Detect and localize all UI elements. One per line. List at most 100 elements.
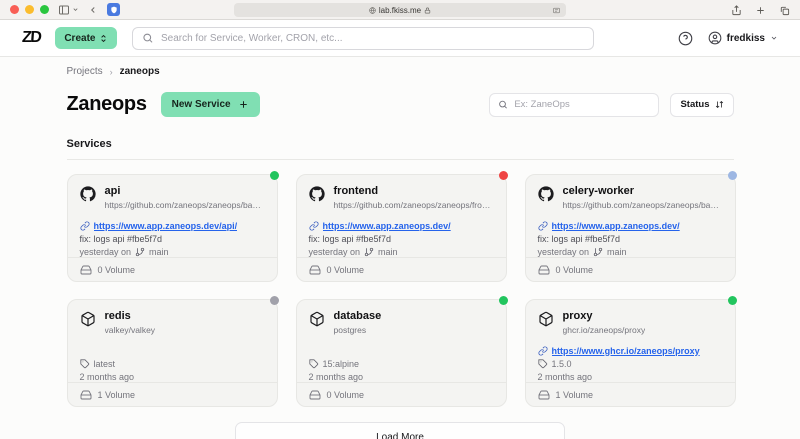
- service-deployed-row: yesterday on main: [309, 246, 494, 257]
- service-commit-text: fix: logs api #fbe5f7d: [79, 233, 163, 244]
- section-divider: [66, 159, 734, 160]
- service-deployed-row: yesterday on main: [80, 246, 265, 257]
- chevrons-up-down-icon: [101, 34, 107, 42]
- share-icon[interactable]: [731, 4, 742, 16]
- service-card[interactable]: proxy ghcr.io/zaneops/proxy https://www.…: [524, 296, 737, 407]
- breadcrumb-projects[interactable]: Projects: [67, 66, 103, 77]
- service-name: redis: [104, 310, 131, 322]
- tag-icon: [537, 358, 548, 369]
- git-branch-icon: [135, 247, 145, 257]
- page-title: Zaneops: [66, 93, 147, 115]
- status-filter-label: Status: [680, 99, 710, 110]
- zoom-window-button[interactable]: [40, 5, 49, 14]
- close-window-button[interactable]: [10, 5, 19, 14]
- service-url-row: https://www.app.zaneops.dev/: [538, 220, 723, 231]
- service-commit-row: fix: logs api #fbe5f7d: [538, 233, 723, 244]
- service-updated-row: 2 months ago: [80, 371, 265, 382]
- link-icon: [80, 221, 90, 231]
- service-deployed-text: yesterday on: [537, 246, 590, 257]
- service-commit-text: fix: logs api #fbe5f7d: [308, 233, 392, 244]
- service-card[interactable]: database postgres 15:alpine 2 months ago…: [295, 296, 508, 407]
- service-url-row: https://www.app.zaneops.dev/api/: [80, 220, 265, 231]
- git-branch-icon: [593, 247, 603, 257]
- service-card[interactable]: celery-worker https://github.com/zaneops…: [524, 171, 737, 282]
- service-card[interactable]: api https://github.com/zaneops/zaneops/b…: [66, 171, 279, 282]
- global-search[interactable]: [132, 26, 595, 50]
- service-volumes: 0 Volume: [555, 264, 594, 275]
- service-deployed-text: yesterday on: [308, 246, 361, 257]
- sidebar-toggle-icon[interactable]: [58, 4, 79, 16]
- service-name: api: [104, 185, 121, 197]
- service-commit-row: fix: logs api #fbe5f7d: [309, 233, 494, 244]
- service-url-row: https://www.ghcr.io/zaneops/proxy: [538, 345, 723, 356]
- search-icon: [143, 33, 153, 43]
- service-deployed-row: yesterday on main: [538, 246, 723, 257]
- service-url-link[interactable]: https://www.ghcr.io/zaneops/proxy: [552, 346, 700, 356]
- global-search-input[interactable]: [160, 32, 585, 44]
- load-more-button[interactable]: Load More: [235, 422, 565, 439]
- service-status-dot: [269, 171, 279, 180]
- service-updated-text: 2 months ago: [308, 371, 364, 382]
- package-icon: [538, 311, 554, 335]
- service-name: celery-worker: [562, 185, 635, 197]
- services-section-title: Services: [66, 138, 112, 150]
- package-icon: [80, 311, 96, 335]
- service-tag-text: latest: [93, 358, 116, 369]
- service-tag-row: 15:alpine: [308, 358, 494, 369]
- git-branch-icon: [364, 247, 374, 257]
- address-bar[interactable]: lab.fkiss.me: [234, 3, 566, 17]
- tab-overview-icon[interactable]: [779, 5, 790, 16]
- create-button[interactable]: Create: [55, 27, 118, 49]
- service-status-dot: [498, 171, 508, 180]
- link-icon: [309, 221, 319, 231]
- service-url-link[interactable]: https://www.app.zaneops.dev/: [552, 221, 680, 231]
- service-commit-row: fix: logs api #fbe5f7d: [80, 233, 265, 244]
- service-status-dot: [498, 296, 508, 305]
- user-menu[interactable]: fredkiss: [708, 31, 778, 45]
- service-volumes: 1 Volume: [555, 389, 594, 400]
- service-status-dot: [269, 296, 279, 305]
- username: fredkiss: [726, 32, 765, 44]
- service-name: frontend: [333, 185, 379, 197]
- services-grid: api https://github.com/zaneops/zaneops/b…: [66, 171, 737, 407]
- service-source: https://github.com/zaneops/zaneops/backe…: [562, 200, 723, 210]
- url-text: lab.fkiss.me: [378, 5, 422, 15]
- github-icon: [79, 186, 96, 210]
- service-tag-text: 1.5.0: [551, 358, 572, 369]
- service-filter-search[interactable]: [489, 92, 660, 117]
- breadcrumb: Projects › zaneops: [67, 66, 734, 77]
- new-service-button[interactable]: New Service: [160, 92, 260, 117]
- tag-icon: [308, 358, 319, 369]
- service-card[interactable]: frontend https://github.com/zaneops/zane…: [295, 171, 508, 282]
- service-url-link[interactable]: https://www.app.zaneops.dev/api/: [94, 221, 238, 231]
- hard-drive-icon: [309, 264, 321, 276]
- new-tab-icon[interactable]: [755, 5, 766, 16]
- zaneops-logo[interactable]: ZD: [21, 29, 41, 47]
- hard-drive-icon: [80, 389, 92, 401]
- service-tag-text: 15:alpine: [322, 358, 360, 369]
- extension-shield-icon[interactable]: [107, 3, 120, 16]
- page-format-icon[interactable]: [552, 6, 561, 15]
- minimize-window-button[interactable]: [25, 5, 34, 14]
- breadcrumb-current[interactable]: zaneops: [120, 66, 160, 77]
- service-source: https://github.com/zaneops/zaneops/backe…: [104, 200, 265, 210]
- search-icon: [499, 100, 508, 109]
- service-source: postgres: [333, 325, 367, 335]
- service-card-footer: 0 Volume: [525, 257, 735, 281]
- service-url-link[interactable]: https://www.app.zaneops.dev/: [323, 221, 451, 231]
- service-card[interactable]: redis valkey/valkey latest 2 months ago …: [66, 296, 279, 407]
- help-button[interactable]: [678, 31, 693, 46]
- package-icon: [309, 311, 325, 335]
- service-source: https://github.com/zaneops/zaneops/front…: [333, 200, 494, 210]
- traffic-lights: [10, 5, 49, 14]
- service-volumes: 1 Volume: [97, 389, 136, 400]
- service-filter-input[interactable]: [514, 99, 651, 110]
- service-card-footer: 0 Volume: [67, 257, 277, 281]
- service-deployed-text: yesterday on: [79, 246, 132, 257]
- status-filter-button[interactable]: Status: [670, 92, 734, 117]
- link-icon: [538, 221, 548, 231]
- service-url-row: https://www.app.zaneops.dev/: [309, 220, 494, 231]
- main-content: Projects › zaneops Zaneops New Service S…: [0, 57, 800, 439]
- back-button-icon[interactable]: [88, 5, 98, 15]
- service-updated-text: 2 months ago: [537, 371, 593, 382]
